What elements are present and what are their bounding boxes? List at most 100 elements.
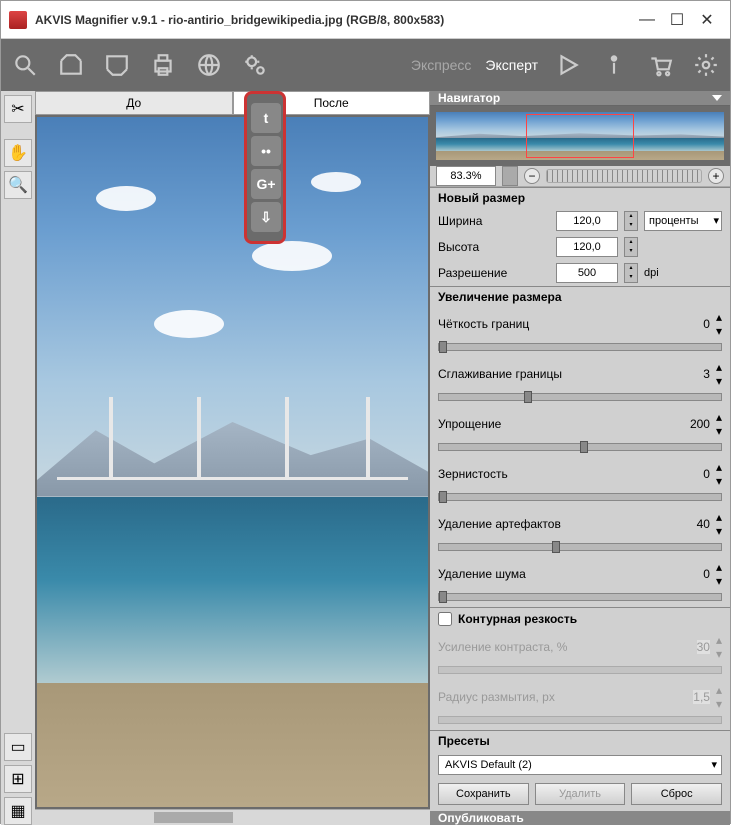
- left-toolbar: ✂ ✋ 🔍 ▭ ⊞ ▦: [1, 91, 35, 825]
- save-preset-button[interactable]: Сохранить: [438, 783, 529, 805]
- canvas-wrap[interactable]: [35, 115, 430, 809]
- grain-label: Зернистость: [438, 467, 697, 481]
- minimize-button[interactable]: —: [632, 8, 662, 32]
- split-icon[interactable]: ⊞: [4, 765, 32, 793]
- zoom-dropdown[interactable]: [502, 166, 518, 186]
- navigator-preview[interactable]: [430, 106, 730, 166]
- section-unsharp: Контурная резкость Усиление контраста, %…: [430, 607, 730, 730]
- width-label: Ширина: [438, 214, 550, 228]
- new-size-title: Новый размер: [430, 188, 730, 208]
- simplify-slider[interactable]: [438, 443, 722, 451]
- compare-icon[interactable]: ▭: [4, 733, 32, 761]
- navigator-header[interactable]: Навигатор: [430, 91, 730, 106]
- zoom-slider[interactable]: [546, 169, 702, 183]
- radius-slider: [438, 716, 722, 724]
- contrast-label: Усиление контраста, %: [438, 640, 691, 654]
- run-icon[interactable]: [552, 49, 584, 81]
- noise-label: Удаление шума: [438, 567, 697, 581]
- canvas-area: До После: [35, 91, 430, 825]
- resolution-input[interactable]: 500: [556, 263, 618, 283]
- hand-tool-icon[interactable]: ✋: [4, 139, 32, 167]
- height-input[interactable]: 120,0: [556, 237, 618, 257]
- mode-expert[interactable]: Эксперт: [485, 57, 538, 73]
- image-canvas: [37, 117, 428, 807]
- unsharp-checkbox[interactable]: [438, 612, 452, 626]
- print-icon[interactable]: [147, 49, 179, 81]
- contrast-input: 30: [697, 640, 710, 654]
- zoom-out-icon[interactable]: −: [524, 168, 540, 184]
- radius-spinner: ▴▾: [716, 683, 722, 711]
- resolution-spinner[interactable]: ▴▾: [624, 263, 638, 283]
- artifact-slider[interactable]: [438, 543, 722, 551]
- cart-icon[interactable]: [644, 49, 676, 81]
- artifact-input[interactable]: 40: [697, 517, 710, 531]
- share-gplus-icon[interactable]: G+: [251, 169, 281, 199]
- horizontal-scrollbar[interactable]: [35, 809, 430, 825]
- section-enlarge: Увеличение размера Чёткость границ 0 ▴▾ Сг…: [430, 286, 730, 607]
- workspace: ✂ ✋ 🔍 ▭ ⊞ ▦ До После: [1, 91, 730, 825]
- share-flickr-icon[interactable]: ••: [251, 136, 281, 166]
- noise-slider[interactable]: [438, 593, 722, 601]
- simplify-label: Упрощение: [438, 417, 684, 431]
- artifact-label: Удаление артефактов: [438, 517, 691, 531]
- publish-header[interactable]: Опубликовать: [430, 811, 730, 825]
- navigator-title: Навигатор: [438, 91, 500, 105]
- smooth-spinner[interactable]: ▴▾: [716, 360, 722, 388]
- reset-preset-button[interactable]: Сброс: [631, 783, 722, 805]
- share-popup: t •• G+ ⇩: [244, 91, 286, 244]
- magnifier-icon[interactable]: [9, 49, 41, 81]
- share-twitter-icon[interactable]: t: [251, 103, 281, 133]
- zoom-in-icon[interactable]: +: [708, 168, 724, 184]
- resolution-label: Разрешение: [438, 266, 550, 280]
- main-toolbar: Экспресс Эксперт: [1, 39, 730, 91]
- share-icon[interactable]: [193, 49, 225, 81]
- radius-label: Радиус размытия, px: [438, 690, 687, 704]
- noise-input[interactable]: 0: [703, 567, 710, 581]
- unsharp-title: Контурная резкость: [458, 612, 577, 626]
- height-spinner[interactable]: ▴▾: [624, 237, 638, 257]
- publish-label: Опубликовать: [438, 811, 524, 825]
- section-new-size: Новый размер Ширина 120,0 ▴▾ проценты Вы…: [430, 187, 730, 286]
- edge-input[interactable]: 0: [703, 317, 710, 331]
- tab-before[interactable]: До: [35, 91, 233, 115]
- save-icon[interactable]: [101, 49, 133, 81]
- mode-express[interactable]: Экспресс: [411, 57, 472, 73]
- app-icon: [9, 11, 27, 29]
- zoom-controls: 83.3% − +: [430, 166, 730, 187]
- share-dropbox-icon[interactable]: ⇩: [251, 202, 281, 232]
- units-dropdown[interactable]: проценты: [644, 211, 722, 231]
- artifact-spinner[interactable]: ▴▾: [716, 510, 722, 538]
- open-icon[interactable]: [55, 49, 87, 81]
- noise-spinner[interactable]: ▴▾: [716, 560, 722, 588]
- simplify-spinner[interactable]: ▴▾: [716, 410, 722, 438]
- settings-icon[interactable]: [239, 49, 271, 81]
- zoom-value[interactable]: 83.3%: [436, 166, 496, 186]
- contrast-spinner: ▴▾: [716, 633, 722, 661]
- edge-label: Чёткость границ: [438, 317, 697, 331]
- view-tabs: До После: [35, 91, 430, 115]
- width-input[interactable]: 120,0: [556, 211, 618, 231]
- prefs-icon[interactable]: [690, 49, 722, 81]
- radius-input: 1,5: [693, 690, 710, 704]
- maximize-button[interactable]: ☐: [662, 8, 692, 32]
- crop-tool-icon[interactable]: ✂: [4, 95, 32, 123]
- grain-input[interactable]: 0: [703, 467, 710, 481]
- grain-slider[interactable]: [438, 493, 722, 501]
- enlarge-title: Увеличение размера: [430, 287, 730, 307]
- smooth-input[interactable]: 3: [703, 367, 710, 381]
- edge-spinner[interactable]: ▴▾: [716, 310, 722, 338]
- zoom-tool-icon[interactable]: 🔍: [4, 171, 32, 199]
- dpi-label: dpi: [644, 267, 722, 279]
- info-icon[interactable]: [598, 49, 630, 81]
- smooth-slider[interactable]: [438, 393, 722, 401]
- swap-icon[interactable]: ▦: [4, 797, 32, 825]
- collapse-icon[interactable]: [712, 95, 722, 101]
- width-spinner[interactable]: ▴▾: [624, 211, 638, 231]
- simplify-input[interactable]: 200: [690, 417, 710, 431]
- preset-dropdown[interactable]: AKVIS Default (2): [438, 755, 722, 775]
- smooth-label: Сглаживание границы: [438, 367, 697, 381]
- section-presets: Пресеты AKVIS Default (2) Сохранить Удал…: [430, 730, 730, 809]
- edge-slider[interactable]: [438, 343, 722, 351]
- close-button[interactable]: ✕: [692, 8, 722, 32]
- grain-spinner[interactable]: ▴▾: [716, 460, 722, 488]
